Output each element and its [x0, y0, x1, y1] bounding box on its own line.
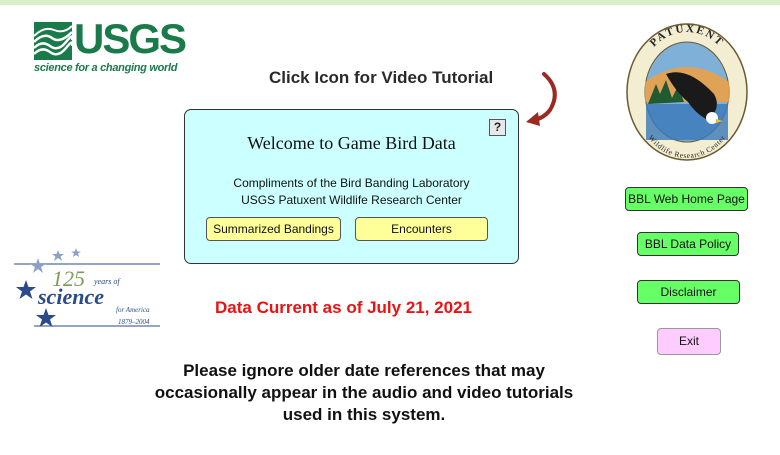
summarized-bandings-button[interactable]: Summarized Bandings [206, 217, 341, 241]
compliments-text: Compliments of the Bird Banding Laborato… [233, 176, 470, 190]
welcome-panel: ? Welcome to Game Bird Data Compliments … [184, 109, 519, 264]
data-current-notice: Data Current as of July 21, 2021 [215, 298, 473, 317]
top-accent-bar [0, 0, 780, 5]
center-name-text: USGS Patuxent Wildlife Research Center [241, 193, 462, 207]
125-years-science-logo: 125 years of science for America 1879–20… [14, 248, 160, 327]
anniversary-science: science [37, 284, 104, 309]
encounters-button[interactable]: Encounters [355, 217, 488, 241]
anniversary-dates: 1879–2004 [118, 318, 150, 326]
welcome-title: Welcome to Game Bird Data [247, 133, 456, 153]
bbl-data-policy-button[interactable]: BBL Data Policy [637, 232, 739, 256]
exit-button[interactable]: Exit [657, 328, 721, 355]
patuxent-seal-logo[interactable]: PATUXENT Wildlife Research Center [626, 22, 748, 162]
tutorial-prompt: Click Icon for Video Tutorial [269, 68, 494, 87]
anniversary-for-america: for America [116, 306, 150, 314]
usgs-tagline: science for a changing world [34, 62, 178, 74]
older-dates-notice: Please ignore older date references that… [154, 361, 574, 424]
disclaimer-button[interactable]: Disclaimer [637, 280, 740, 304]
usgs-wave-icon [34, 22, 72, 60]
usgs-wordmark: USGS [74, 15, 187, 62]
bbl-web-home-button[interactable]: BBL Web Home Page [625, 187, 748, 211]
usgs-logo: USGS science for a changing world [34, 16, 187, 78]
curved-arrow-icon [526, 72, 557, 126]
